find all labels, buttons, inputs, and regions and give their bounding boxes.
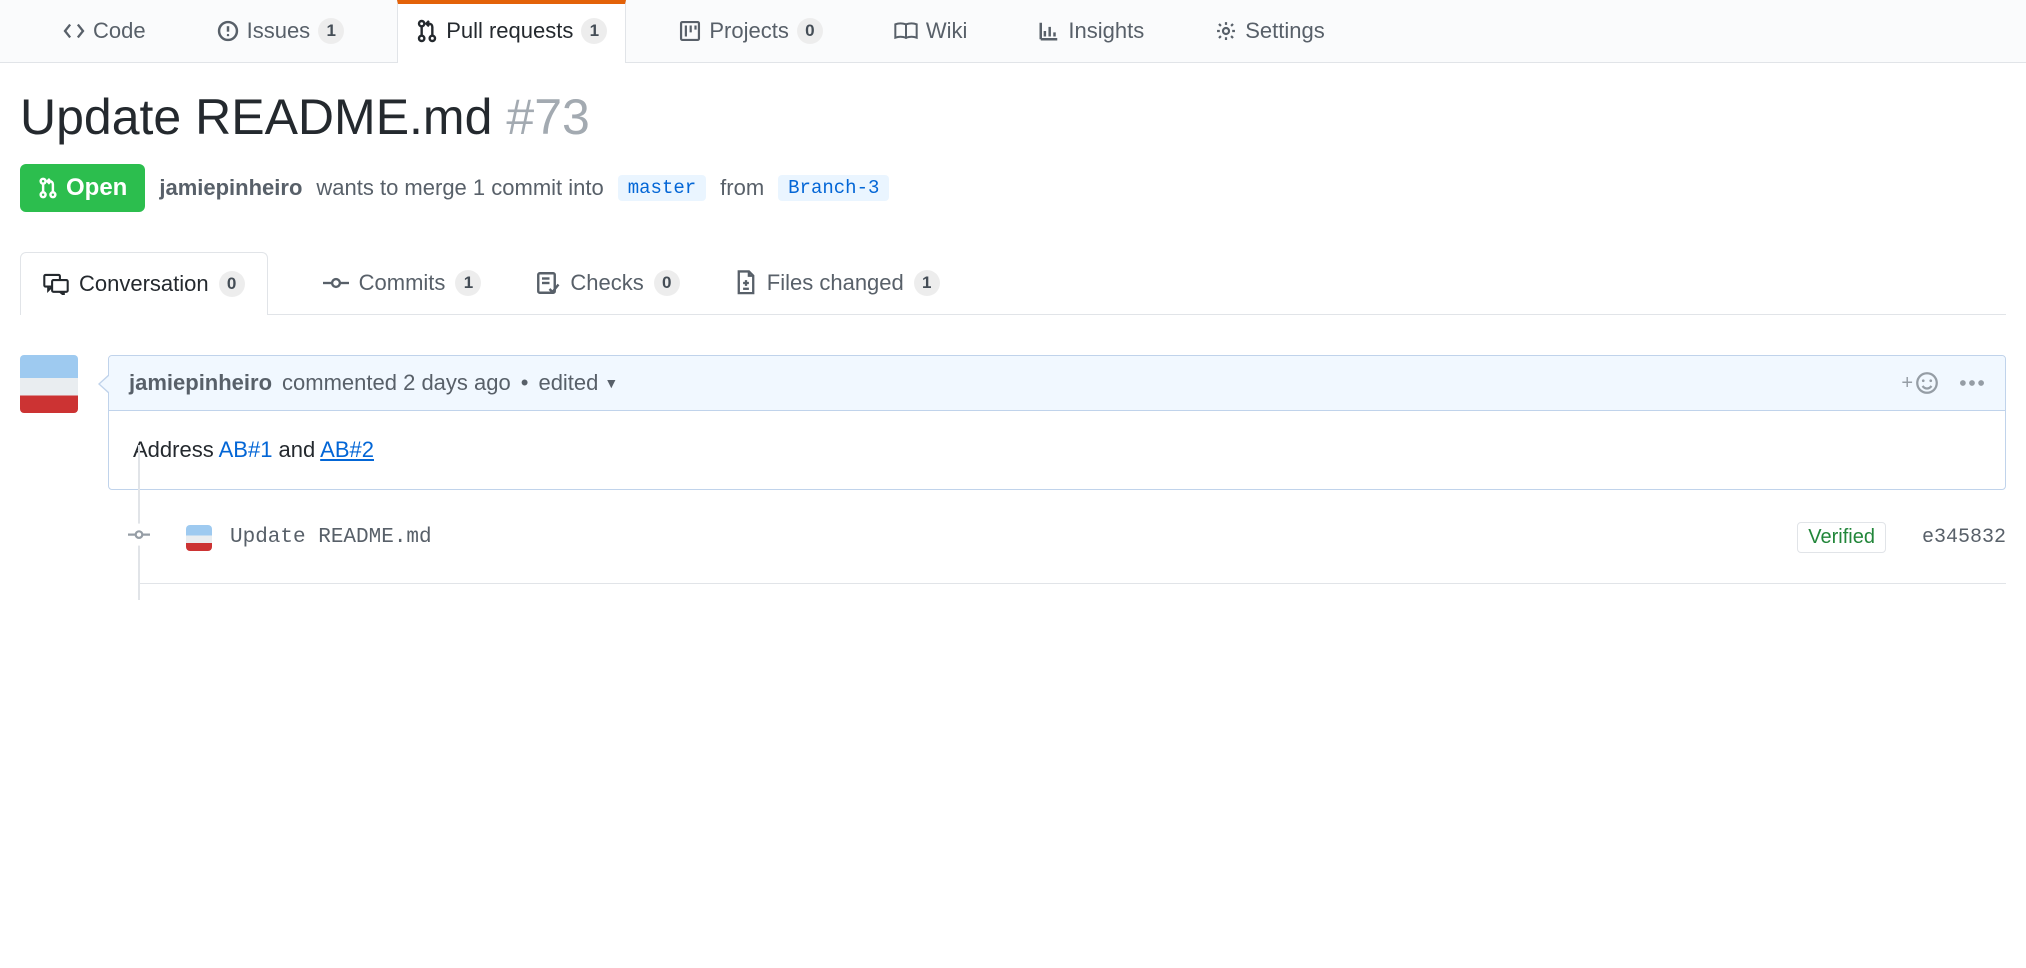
tab-projects[interactable]: Projects 0: [661, 0, 840, 62]
subtab-files[interactable]: Files changed 1: [735, 252, 940, 314]
state-badge-open: Open: [20, 164, 145, 212]
commit-avatar[interactable]: [186, 525, 212, 551]
checks-icon: [536, 271, 560, 295]
pr-desc-from: from: [720, 175, 764, 201]
code-icon: [63, 22, 85, 40]
pr-author[interactable]: jamiepinheiro: [159, 175, 302, 201]
wiki-icon: [894, 21, 918, 41]
link-ab2[interactable]: AB#2: [320, 437, 374, 462]
tab-projects-label: Projects: [709, 18, 788, 44]
divider: [138, 583, 2006, 584]
base-branch[interactable]: master: [618, 175, 706, 201]
smiley-icon: [1915, 371, 1939, 395]
tab-pull-requests[interactable]: Pull requests 1: [397, 0, 626, 63]
head-branch[interactable]: Branch-3: [778, 175, 889, 201]
edited-label: edited: [538, 370, 598, 396]
pr-title-row: Update README.md #73: [20, 88, 2006, 146]
kebab-icon: [1959, 379, 1985, 387]
files-count: 1: [914, 270, 940, 296]
repo-nav: Code Issues 1 Pull requests 1 Projects 0…: [0, 0, 2026, 63]
tab-code[interactable]: Code: [45, 0, 164, 62]
subtab-conversation[interactable]: Conversation 0: [20, 252, 268, 315]
pull-request-icon: [38, 177, 58, 199]
tab-wiki[interactable]: Wiki: [876, 0, 986, 62]
body-prefix: Address: [133, 437, 219, 462]
commit-row: Update README.md Verified e345832: [138, 490, 2006, 565]
commits-icon: [323, 276, 349, 290]
comment-row: jamiepinheiro commented 2 days ago • edi…: [20, 355, 2006, 490]
commit-message[interactable]: Update README.md: [230, 526, 432, 549]
issues-count: 1: [318, 18, 344, 44]
verified-badge[interactable]: Verified: [1797, 522, 1886, 553]
projects-count: 0: [797, 18, 823, 44]
tab-insights-label: Insights: [1068, 18, 1144, 44]
subtab-files-label: Files changed: [767, 270, 904, 296]
pr-subtabs: Conversation 0 Commits 1 Checks 0 Files …: [20, 252, 2006, 315]
plus-icon: +: [1901, 372, 1913, 395]
tab-code-label: Code: [93, 18, 146, 44]
dot: •: [521, 370, 529, 396]
pr-title: Update README.md: [20, 88, 492, 146]
kebab-menu-button[interactable]: [1959, 379, 1985, 387]
files-icon: [735, 270, 757, 296]
commits-count: 1: [455, 270, 481, 296]
comment-meta: commented 2 days ago: [282, 370, 511, 396]
tab-settings[interactable]: Settings: [1197, 0, 1343, 62]
tab-wiki-label: Wiki: [926, 18, 968, 44]
edited-dropdown[interactable]: edited ▼: [538, 370, 618, 396]
subtab-conversation-label: Conversation: [79, 271, 209, 297]
timeline: jamiepinheiro commented 2 days ago • edi…: [20, 355, 2006, 584]
checks-count: 0: [654, 270, 680, 296]
pr-meta: Open jamiepinheiro wants to merge 1 comm…: [20, 164, 2006, 212]
issue-icon: [217, 20, 239, 42]
subtab-commits[interactable]: Commits 1: [323, 252, 482, 314]
commit-icon: [128, 523, 150, 545]
pr-desc-prefix: wants to merge 1 commit into: [316, 175, 603, 201]
pr-number: #73: [506, 88, 589, 146]
pull-request-icon: [416, 19, 438, 43]
conversation-icon: [43, 273, 69, 295]
tab-issues[interactable]: Issues 1: [199, 0, 363, 62]
comment-body: Address AB#1 and AB#2: [109, 411, 2005, 489]
comment-author[interactable]: jamiepinheiro: [129, 370, 272, 396]
projects-icon: [679, 20, 701, 42]
tab-settings-label: Settings: [1245, 18, 1325, 44]
tab-insights[interactable]: Insights: [1020, 0, 1162, 62]
caret-down-icon: ▼: [604, 375, 618, 391]
subtab-commits-label: Commits: [359, 270, 446, 296]
state-text: Open: [66, 174, 127, 202]
subtab-checks[interactable]: Checks 0: [536, 252, 679, 314]
tab-issues-label: Issues: [247, 18, 311, 44]
comment-header: jamiepinheiro commented 2 days ago • edi…: [109, 356, 2005, 411]
link-ab1[interactable]: AB#1: [219, 437, 273, 462]
add-reaction-button[interactable]: +: [1901, 371, 1939, 395]
tab-pr-label: Pull requests: [446, 18, 573, 44]
pr-count: 1: [581, 18, 607, 44]
avatar[interactable]: [20, 355, 78, 413]
commit-sha[interactable]: e345832: [1922, 526, 2006, 549]
subtab-checks-label: Checks: [570, 270, 643, 296]
comment-box: jamiepinheiro commented 2 days ago • edi…: [108, 355, 2006, 490]
insights-icon: [1038, 20, 1060, 42]
gear-icon: [1215, 20, 1237, 42]
conversation-count: 0: [219, 271, 245, 297]
body-mid: and: [272, 437, 320, 462]
